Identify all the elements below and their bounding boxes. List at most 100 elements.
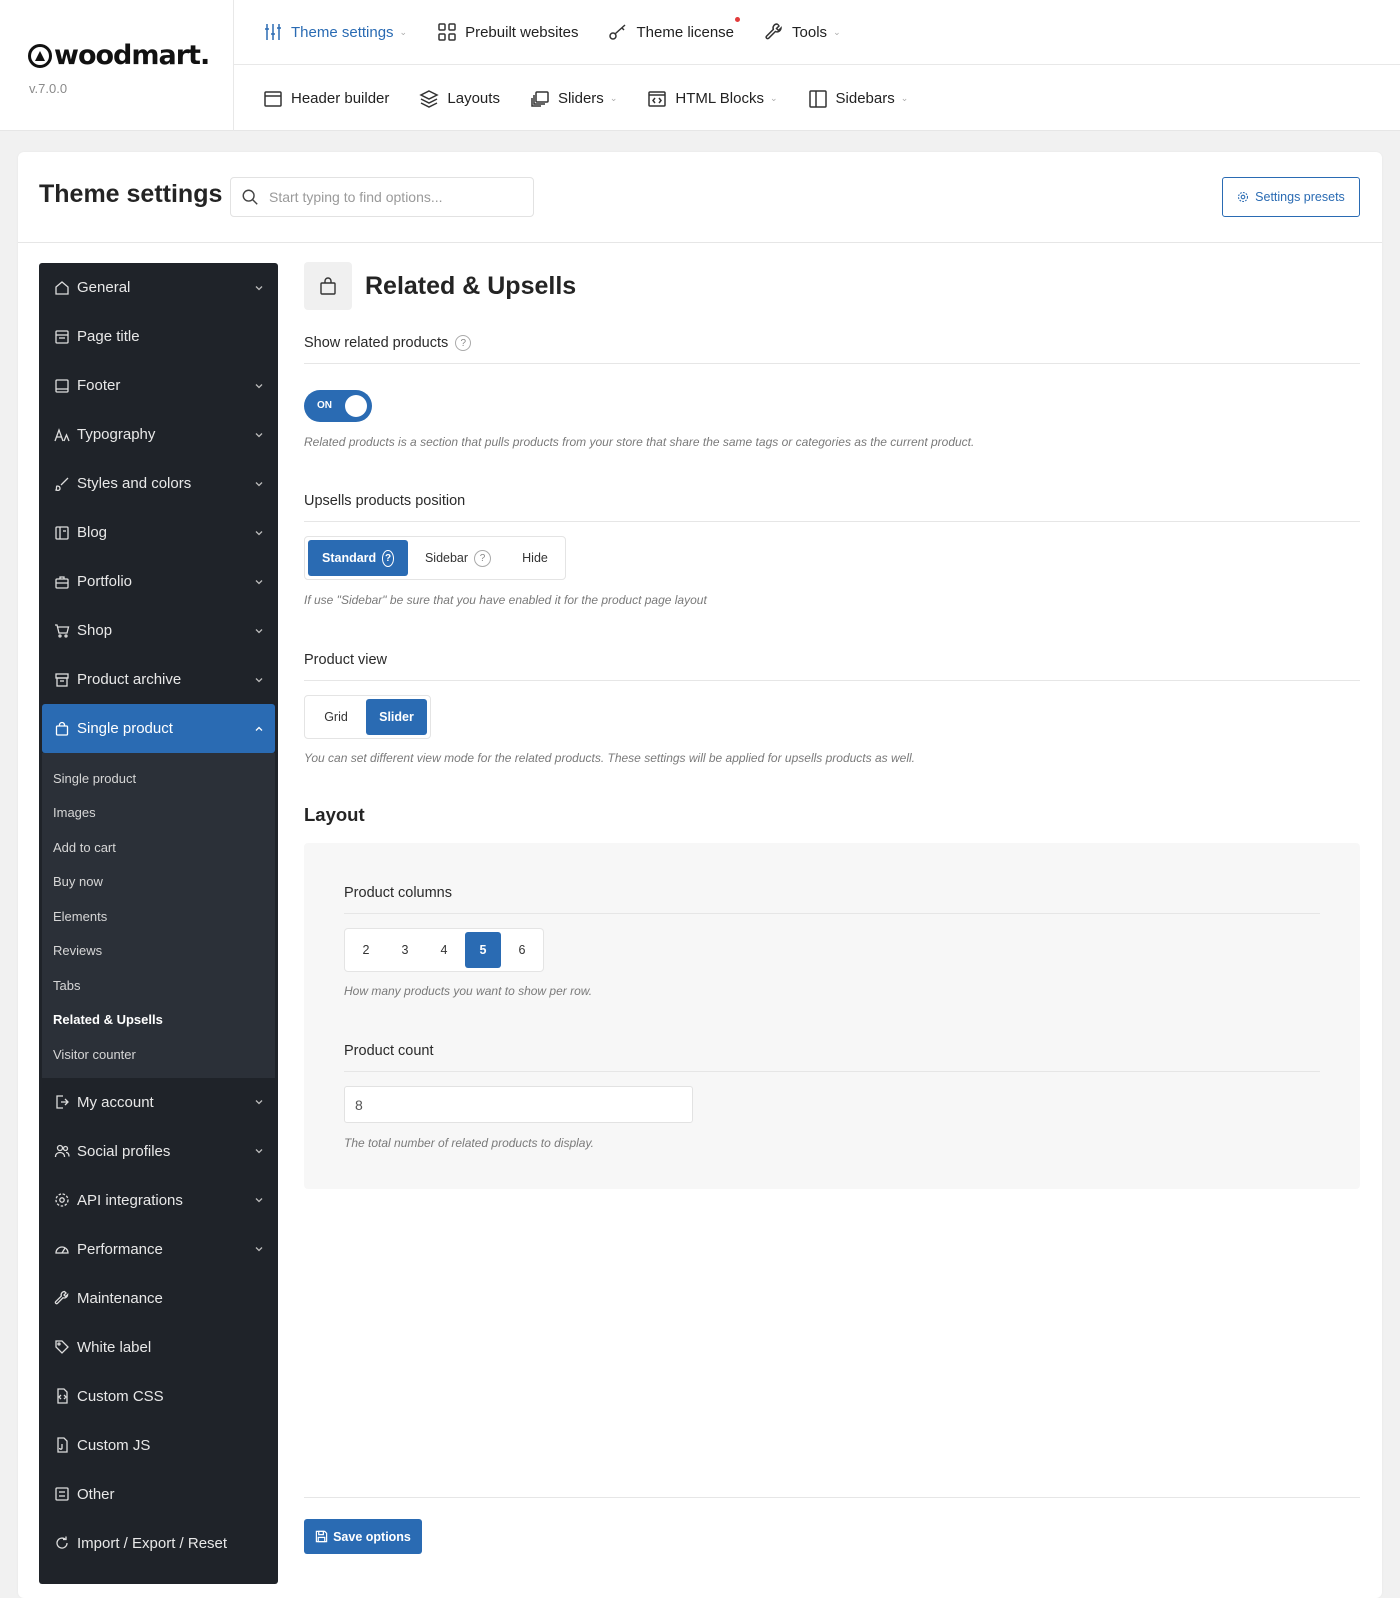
briefcase-icon: [53, 573, 71, 591]
sidebar-item-api-integrations[interactable]: API integrations: [39, 1176, 278, 1225]
sidebar-item-page-title[interactable]: Page title: [39, 312, 278, 361]
product-columns-selector: 2 3 4 5 6: [344, 928, 544, 972]
option-upsells-position: Upsells products position: [304, 491, 1360, 522]
option-label-text: Show related products: [304, 335, 449, 351]
sidebar-item-import-export-reset[interactable]: Import / Export / Reset: [39, 1519, 278, 1568]
divider: [304, 680, 1360, 681]
sidebar-item-social-profiles[interactable]: Social profiles: [39, 1127, 278, 1176]
sidebar-item-label: Other: [77, 1485, 115, 1503]
help-icon[interactable]: ?: [474, 549, 492, 567]
product-columns-hint: How many products you want to show per r…: [344, 984, 593, 998]
submenu-item[interactable]: Add to cart: [42, 830, 275, 865]
product-count-hint: The total number of related products to …: [344, 1136, 594, 1150]
submenu-item[interactable]: Visitor counter: [42, 1037, 275, 1072]
toggle-knob: [345, 395, 367, 417]
sidebar-item-label: Social profiles: [77, 1142, 171, 1160]
submenu-item[interactable]: Tabs: [42, 968, 275, 1003]
logo[interactable]: woodmart.: [28, 40, 210, 71]
sidebar-item-label: White label: [77, 1338, 152, 1356]
help-icon[interactable]: ?: [455, 335, 472, 351]
sidebar-item-label: Portfolio: [77, 573, 133, 590]
chevron-down-icon: ⌄: [609, 93, 618, 103]
layout-heading: Layout: [304, 804, 365, 825]
sidebar-item-performance[interactable]: Performance: [39, 1225, 278, 1274]
column-option-2[interactable]: 2: [348, 932, 384, 968]
single-product-submenu: Single product Images Add to cart Buy no…: [42, 753, 275, 1078]
nav-label: Theme settings: [291, 23, 394, 41]
submenu-item[interactable]: Buy now: [42, 865, 275, 900]
sidebar-item-footer[interactable]: Footer: [39, 361, 278, 410]
option-standard[interactable]: Standard ?: [308, 540, 408, 576]
notification-dot: [735, 17, 741, 22]
divider: [344, 913, 1320, 914]
chevron-down-icon: [255, 285, 263, 290]
page-title: Theme settings: [39, 180, 223, 208]
column-option-4[interactable]: 4: [426, 932, 462, 968]
sidebar-item-label: Typography: [77, 426, 156, 443]
nav-header-builder[interactable]: Header builder: [263, 89, 389, 109]
save-options-button[interactable]: Save options: [304, 1519, 422, 1554]
submenu-item[interactable]: Single product: [42, 761, 275, 796]
settings-presets-button[interactable]: Settings presets: [1222, 177, 1360, 217]
help-icon[interactable]: ?: [382, 549, 394, 567]
column-option-3[interactable]: 3: [387, 932, 423, 968]
sidebar-item-product-archive[interactable]: Product archive: [39, 655, 278, 704]
sidebar-item-other[interactable]: Other: [39, 1470, 278, 1519]
tag-icon: [53, 1338, 71, 1356]
sidebar-item-custom-css[interactable]: Custom CSS: [39, 1372, 278, 1421]
search-box[interactable]: [230, 177, 534, 217]
nav-tools[interactable]: Tools ⌄: [764, 22, 841, 42]
nav-sidebars[interactable]: Sidebars ⌄: [808, 89, 908, 109]
divider: [304, 363, 1360, 364]
column-option-5[interactable]: 5: [465, 932, 501, 968]
upsells-position-hint: If use "Sidebar" be sure that you have e…: [304, 593, 707, 607]
option-slider[interactable]: Slider: [366, 699, 427, 735]
sidebar-item-typography[interactable]: Typography: [39, 410, 278, 459]
sidebar-item-general[interactable]: General: [39, 263, 278, 312]
nav-html-blocks[interactable]: HTML Blocks ⌄: [647, 89, 778, 109]
sidebar-item-custom-js[interactable]: Custom JS: [39, 1421, 278, 1470]
brand-area: woodmart. v.7.0.0: [0, 0, 234, 131]
top-bar: woodmart. v.7.0.0 Theme settings ⌄ Prebu…: [0, 0, 1400, 131]
option-text: Standard: [322, 551, 377, 565]
search-icon: [242, 189, 258, 205]
nav-sliders[interactable]: Sliders ⌄: [530, 89, 617, 109]
nav-layouts[interactable]: Layouts: [419, 89, 500, 109]
nav-label: Sidebars: [835, 90, 895, 107]
grid-icon: [438, 23, 456, 41]
option-sidebar[interactable]: Sidebar ?: [410, 540, 506, 576]
blog-icon: [53, 524, 71, 542]
product-count-input[interactable]: [344, 1086, 693, 1123]
sidebar-item-single-product[interactable]: Single product: [42, 704, 275, 753]
option-grid[interactable]: Grid: [308, 699, 364, 735]
nav-theme-settings[interactable]: Theme settings ⌄: [263, 22, 407, 42]
sidebar-item-portfolio[interactable]: Portfolio: [39, 557, 278, 606]
footer-icon: [53, 377, 71, 395]
option-product-count: Product count: [344, 1041, 1320, 1072]
gear-icon: [53, 1191, 71, 1209]
show-related-toggle[interactable]: ON: [304, 390, 372, 422]
chevron-down-icon: [255, 677, 263, 682]
chevron-down-icon: [255, 1100, 263, 1105]
sidebar-item-label: Blog: [77, 524, 108, 541]
option-text: Hide: [522, 551, 548, 565]
submenu-item[interactable]: Reviews: [42, 934, 275, 969]
search-input[interactable]: [269, 189, 519, 205]
nav-theme-license[interactable]: Theme license: [608, 17, 741, 42]
option-hide[interactable]: Hide: [508, 540, 562, 576]
nav-label: Tools: [792, 23, 828, 41]
option-product-columns: Product columns: [344, 883, 1320, 914]
sidebar-item-styles-and-colors[interactable]: Styles and colors: [39, 459, 278, 508]
submenu-item-current[interactable]: Related & Upsells: [42, 1003, 275, 1038]
nav-prebuilt-websites[interactable]: Prebuilt websites: [437, 22, 578, 42]
sidebar-item-maintenance[interactable]: Maintenance: [39, 1274, 278, 1323]
sidebar-item-white-label[interactable]: White label: [39, 1323, 278, 1372]
sidebar-item-my-account[interactable]: My account: [39, 1078, 278, 1127]
sidebar-item-shop[interactable]: Shop: [39, 606, 278, 655]
submenu-item[interactable]: Elements: [42, 899, 275, 934]
submenu-item[interactable]: Images: [42, 796, 275, 831]
sidebar-item-blog[interactable]: Blog: [39, 508, 278, 557]
top-nav-secondary: Header builder Layouts Sliders ⌄ HTML Bl…: [234, 66, 908, 131]
column-option-6[interactable]: 6: [504, 932, 540, 968]
chevron-down-icon: ⌄: [769, 93, 778, 103]
